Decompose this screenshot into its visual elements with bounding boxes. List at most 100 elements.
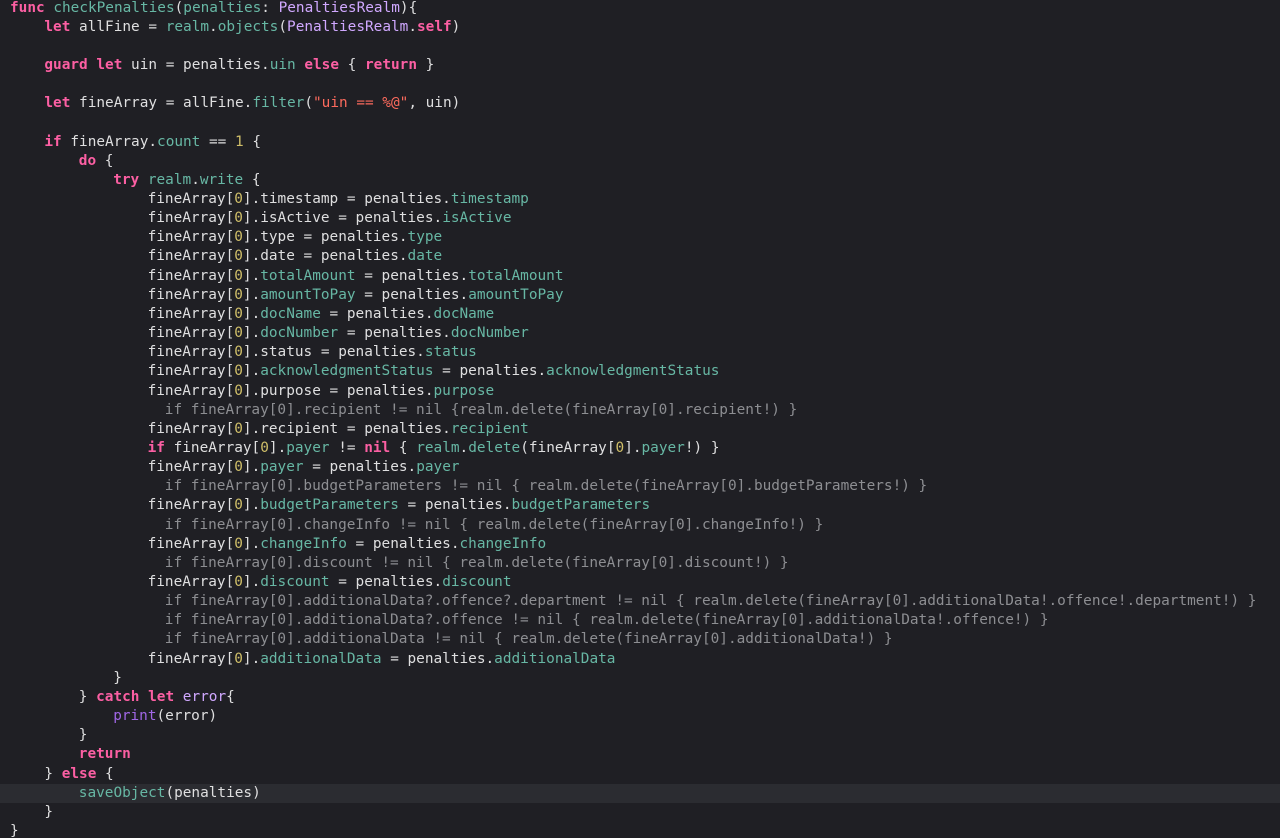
code-line[interactable]: fineArray[0].docNumber = penalties.docNu… — [0, 324, 1280, 343]
code-line[interactable]: fineArray[0].amountToPay = penalties.amo… — [0, 286, 1280, 305]
code-token: 0 — [234, 459, 243, 476]
code-line[interactable]: } — [0, 726, 1280, 745]
code-line[interactable]: if fineArray.count == 1 { — [0, 133, 1280, 152]
code-line[interactable]: if fineArray[0].budgetParameters != nil … — [0, 477, 1280, 496]
code-line[interactable]: fineArray[0].changeInfo = penalties.chan… — [0, 535, 1280, 554]
code-token: 0 — [234, 382, 243, 399]
code-line[interactable]: fineArray[0].payer = penalties.payer — [0, 458, 1280, 477]
code-token: error — [182, 688, 227, 705]
code-line[interactable]: let fineArray = allFine.filter("uin == %… — [0, 94, 1280, 113]
code-token: docName — [433, 305, 495, 322]
code-token: } — [417, 56, 435, 73]
code-line[interactable]: if fineArray[0].payer != nil { realm.del… — [0, 439, 1280, 458]
code-line[interactable]: fineArray[0].discount = penalties.discou… — [0, 573, 1280, 592]
code-token: ( — [174, 0, 184, 16]
code-line[interactable]: fineArray[0].isActive = penalties.isActi… — [0, 209, 1280, 228]
code-line[interactable]: fineArray[0].timestamp = penalties.times… — [0, 190, 1280, 209]
code-line[interactable] — [0, 75, 1280, 94]
code-token: delete — [468, 439, 521, 456]
code-line[interactable] — [0, 113, 1280, 132]
code-token: ]. — [242, 497, 261, 514]
code-line[interactable]: if fineArray[0].additionalData != nil { … — [0, 630, 1280, 649]
code-token: additionalData — [260, 650, 382, 667]
code-line[interactable]: fineArray[0].docName = penalties.docName — [0, 305, 1280, 324]
code-line[interactable]: if fineArray[0].discount != nil { realm.… — [0, 554, 1280, 573]
code-token: realm — [416, 439, 460, 456]
code-token: if fineArray[0].additionalData?.offence … — [164, 612, 1049, 629]
code-token: count — [157, 133, 201, 150]
code-token: "uin == %@" — [313, 95, 409, 112]
code-line[interactable]: if fineArray[0].changeInfo != nil { real… — [0, 516, 1280, 535]
code-token: penalties — [183, 0, 262, 16]
code-token: ].date = penalties. — [242, 248, 408, 265]
code-token: ]. — [242, 267, 261, 284]
code-line[interactable]: fineArray[0].recipient = penalties.recip… — [0, 420, 1280, 439]
code-editor[interactable]: func checkPenalties(penalties: Penalties… — [0, 0, 1280, 838]
code-token: ]. — [242, 535, 261, 552]
code-line[interactable]: if fineArray[0].additionalData?.offence … — [0, 611, 1280, 630]
code-token: ].type = penalties. — [242, 229, 408, 246]
code-token: = penalties. — [338, 325, 451, 342]
code-line[interactable]: fineArray[0].acknowledgmentStatus = pena… — [0, 362, 1280, 381]
code-token: fineArray = allFine. — [70, 95, 253, 112]
code-line[interactable]: } catch let error{ — [0, 688, 1280, 707]
code-token: objects — [217, 18, 279, 35]
code-token: if fineArray[0].recipient != nil {realm.… — [164, 401, 798, 418]
code-token: = penalties. — [398, 497, 512, 514]
code-token: payer — [416, 459, 460, 476]
code-line[interactable]: func checkPenalties(penalties: Penalties… — [0, 0, 1280, 18]
code-token: if fineArray[0].budgetParameters != nil … — [164, 478, 928, 495]
code-token: docNumber — [260, 325, 339, 342]
code-token: ]. — [242, 650, 261, 667]
code-token: return — [365, 56, 417, 73]
code-token: discount — [260, 574, 330, 590]
code-line[interactable]: fineArray[0].status = penalties.status — [0, 343, 1280, 362]
code-token: ]. — [242, 459, 261, 476]
code-line[interactable]: } else { — [0, 765, 1280, 784]
code-token: guard — [44, 56, 88, 73]
code-line[interactable]: return — [0, 745, 1280, 764]
code-token: 0 — [234, 363, 243, 380]
code-line[interactable]: fineArray[0].additionalData = penalties.… — [0, 650, 1280, 669]
code-line[interactable]: } — [0, 822, 1280, 838]
code-token: fineArray[ — [147, 325, 235, 342]
code-token: allFine = — [70, 18, 166, 35]
code-token: payer — [641, 439, 685, 456]
code-line[interactable]: do { — [0, 152, 1280, 171]
code-line[interactable]: } — [0, 803, 1280, 822]
code-line[interactable] — [0, 37, 1280, 56]
code-token: PenaltiesRealm — [278, 0, 400, 16]
code-line[interactable]: let allFine = realm.objects(PenaltiesRea… — [0, 18, 1280, 37]
code-line-current[interactable]: saveObject(penalties) — [0, 783, 1280, 803]
code-token: , uin) — [408, 95, 461, 112]
code-line[interactable]: } — [0, 669, 1280, 688]
code-token: if fineArray[0].changeInfo != nil { real… — [164, 516, 824, 533]
code-token: fineArray[ — [147, 497, 235, 514]
code-line[interactable]: if fineArray[0].additionalData?.offence?… — [0, 592, 1280, 611]
code-line[interactable]: fineArray[0].type = penalties.type — [0, 228, 1280, 247]
code-token: fineArray[ — [164, 439, 261, 456]
code-token: fineArray[ — [147, 191, 235, 207]
code-token: saveObject — [78, 784, 166, 801]
code-token: 0 — [234, 210, 243, 227]
code-line[interactable]: fineArray[0].totalAmount = penalties.tot… — [0, 267, 1280, 286]
code-token: ( — [304, 95, 313, 112]
code-token: ]. — [242, 286, 261, 303]
code-line[interactable]: fineArray[0].purpose = penalties.purpose — [0, 382, 1280, 401]
code-token: purpose — [433, 382, 495, 399]
code-line[interactable]: guard let uin = penalties.uin else { ret… — [0, 56, 1280, 75]
code-line[interactable]: try realm.write { — [0, 171, 1280, 190]
code-line[interactable]: if fineArray[0].recipient != nil {realm.… — [0, 401, 1280, 420]
code-token: ]. — [242, 305, 261, 322]
code-line[interactable]: print(error) — [0, 707, 1280, 726]
code-line[interactable]: fineArray[0].budgetParameters = penaltie… — [0, 496, 1280, 515]
code-token: fineArray[ — [147, 344, 235, 361]
code-token: uin — [269, 56, 296, 73]
code-token: if fineArray[0].additionalData != nil { … — [164, 631, 893, 648]
code-token: recipient — [450, 420, 529, 437]
code-token: let — [44, 95, 71, 112]
code-line[interactable]: fineArray[0].date = penalties.date — [0, 247, 1280, 266]
code-token: = penalties. — [346, 535, 460, 552]
code-token: if — [147, 439, 165, 456]
code-token: changeInfo — [459, 535, 547, 552]
